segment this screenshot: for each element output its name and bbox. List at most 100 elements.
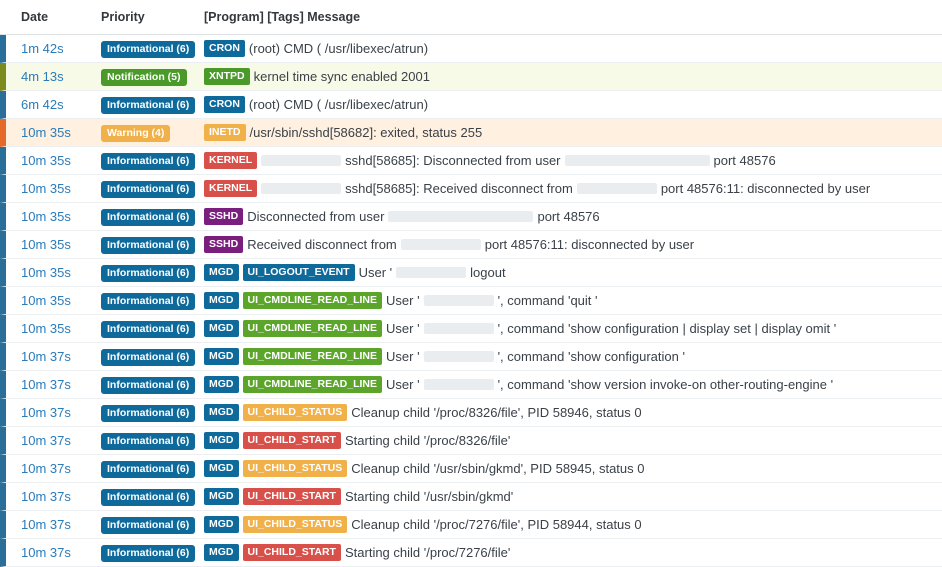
event-tag[interactable]: UI_CHILD_STATUS (242, 404, 348, 421)
row-message: INETD/usr/sbin/sshd[58682]: exited, stat… (204, 124, 482, 141)
program-tag[interactable]: MGD (204, 404, 239, 421)
redacted-text (261, 183, 342, 194)
column-header-message[interactable]: [Program] [Tags] Message (204, 10, 360, 24)
event-tag[interactable]: UI_CHILD_STATUS (242, 516, 348, 533)
program-tag[interactable]: MGD (204, 460, 239, 477)
program-tag[interactable]: MGD (204, 516, 239, 533)
table-row[interactable]: 10m 37s Informational (6) MGD UI_CMDLINE_RE… (0, 343, 942, 371)
row-date: 10m 35s (21, 181, 71, 196)
message-text: User ' (386, 321, 420, 336)
table-row[interactable]: 10m 37s Informational (6) MGD UI_CHILD_STAR… (0, 427, 942, 455)
program-tag[interactable]: XNTPD (204, 68, 250, 85)
table-header: Date Priority [Program] [Tags] Message (0, 0, 942, 35)
program-tag[interactable]: INETD (204, 124, 246, 141)
message-text: (root) CMD ( /usr/libexec/atrun) (248, 41, 429, 56)
message-text: User ' (386, 377, 420, 392)
row-priority: Informational (6) (101, 460, 204, 478)
priority-badge: Informational (6) (101, 544, 196, 562)
priority-badge: Informational (6) (101, 320, 196, 338)
row-message: MGD UI_CMDLINE_READ_LINE User ' ', command … (204, 348, 685, 365)
priority-badge: Informational (6) (101, 348, 196, 366)
event-tag[interactable]: UI_CHILD_START (242, 488, 341, 505)
program-tag[interactable]: KERNEL (204, 152, 258, 169)
event-tag[interactable]: UI_CMDLINE_READ_LINE (242, 376, 383, 393)
table-row[interactable]: 10m 35s Informational (6) SSHD Received dis… (0, 231, 942, 259)
event-tag[interactable]: UI_CMDLINE_READ_LINE (242, 320, 383, 337)
message-text: port 48576:11: disconnected by user (484, 237, 695, 252)
program-tag[interactable]: MGD (204, 488, 239, 505)
row-message: SSHD Disconnected from user port 48576 (204, 208, 600, 225)
row-priority: Informational (6) (101, 348, 204, 366)
redacted-text (423, 379, 494, 390)
priority-badge: Informational (6) (101, 236, 196, 254)
column-header-date[interactable]: Date (0, 10, 101, 24)
row-date: 10m 37s (21, 461, 71, 476)
program-tag[interactable]: MGD (204, 320, 239, 337)
row-priority: Informational (6) (101, 180, 204, 198)
table-row[interactable]: 10m 35s Informational (6) MGD UI_CMDLINE_RE… (0, 315, 942, 343)
table-row[interactable]: 10m 37s Informational (6) MGD UI_CHILD_STAT… (0, 511, 942, 539)
table-row[interactable]: 10m 35s Informational (6) MGD UI_LOGOUT_EVE… (0, 259, 942, 287)
row-priority: Informational (6) (101, 404, 204, 422)
message-text: logout (470, 265, 506, 280)
row-date: 10m 37s (21, 545, 71, 560)
priority-badge: Notification (5) (101, 68, 187, 86)
event-tag[interactable]: UI_CMDLINE_READ_LINE (242, 348, 383, 365)
row-priority: Informational (6) (101, 236, 204, 254)
redacted-text (423, 351, 494, 362)
row-message: MGD UI_CHILD_STATUS Cleanup child '/usr/sb… (204, 460, 645, 477)
row-message: SSHD Received disconnect from port 48576:1… (204, 236, 694, 253)
table-row[interactable]: 10m 35s Warning (4) INETD/usr/sbin/sshd[58… (0, 119, 942, 147)
message-text: User ' (358, 265, 393, 280)
row-priority: Informational (6) (101, 544, 204, 562)
program-tag[interactable]: KERNEL (204, 180, 258, 197)
row-priority: Informational (6) (101, 208, 204, 226)
row-message: MGD UI_LOGOUT_EVENT User ' logout (204, 264, 506, 281)
program-tag[interactable]: MGD (204, 264, 239, 281)
program-tag[interactable]: MGD (204, 544, 239, 561)
program-tag[interactable]: MGD (204, 376, 239, 393)
table-row[interactable]: 1m 42s Informational (6) CRON (root) CMD ( … (0, 35, 942, 63)
program-tag[interactable]: SSHD (204, 236, 244, 253)
row-message: MGD UI_CMDLINE_READ_LINE User ' ', command … (204, 320, 836, 337)
row-date: 10m 35s (21, 293, 71, 308)
column-header-priority[interactable]: Priority (101, 10, 204, 24)
message-text: kernel time sync enabled 2001 (253, 69, 430, 84)
program-tag[interactable]: MGD (204, 432, 239, 449)
table-row[interactable]: 10m 37s Informational (6) MGD UI_CHILD_STAR… (0, 483, 942, 511)
redacted-text (396, 267, 467, 278)
priority-badge: Informational (6) (101, 208, 196, 226)
table-row[interactable]: 10m 37s Informational (6) MGD UI_CHILD_STAT… (0, 455, 942, 483)
table-row[interactable]: 10m 37s Informational (6) MGD UI_CMDLINE_RE… (0, 371, 942, 399)
row-message: CRON (root) CMD ( /usr/libexec/atrun) (204, 96, 428, 113)
table-row[interactable]: 4m 13s Notification (5) XNTPD kernel time s… (0, 63, 942, 91)
row-priority: Notification (5) (101, 68, 204, 86)
table-row[interactable]: 10m 35s Informational (6) SSHD Disconnected… (0, 203, 942, 231)
event-tag[interactable]: UI_CHILD_STATUS (242, 460, 348, 477)
program-tag[interactable]: CRON (204, 96, 245, 113)
row-priority: Informational (6) (101, 152, 204, 170)
row-date: 10m 37s (21, 517, 71, 532)
row-priority: Warning (4) (101, 124, 204, 142)
redacted-text (261, 155, 342, 166)
event-tag[interactable]: UI_LOGOUT_EVENT (242, 264, 355, 281)
redacted-text (564, 155, 710, 166)
program-tag[interactable]: MGD (204, 348, 239, 365)
row-date: 10m 37s (21, 405, 71, 420)
row-priority: Informational (6) (101, 292, 204, 310)
message-text: /usr/sbin/sshd[58682]: exited, status 25… (249, 125, 483, 140)
program-tag[interactable]: CRON (204, 40, 245, 57)
redacted-text (576, 183, 657, 194)
priority-badge: Informational (6) (101, 96, 196, 114)
table-row[interactable]: 10m 35s Informational (6) KERNEL sshd[58685… (0, 175, 942, 203)
event-tag[interactable]: UI_CHILD_START (242, 432, 341, 449)
event-tag[interactable]: UI_CMDLINE_READ_LINE (242, 292, 383, 309)
program-tag[interactable]: SSHD (204, 208, 244, 225)
table-row[interactable]: 10m 35s Informational (6) MGD UI_CMDLINE_RE… (0, 287, 942, 315)
program-tag[interactable]: MGD (204, 292, 239, 309)
table-row[interactable]: 10m 37s Informational (6) MGD UI_CHILD_STAT… (0, 399, 942, 427)
table-row[interactable]: 10m 37s Informational (6) MGD UI_CHILD_STAR… (0, 539, 942, 567)
event-tag[interactable]: UI_CHILD_START (242, 544, 341, 561)
table-row[interactable]: 10m 35s Informational (6) KERNEL sshd[58685… (0, 147, 942, 175)
table-row[interactable]: 6m 42s Informational (6) CRON (root) CMD ( … (0, 91, 942, 119)
